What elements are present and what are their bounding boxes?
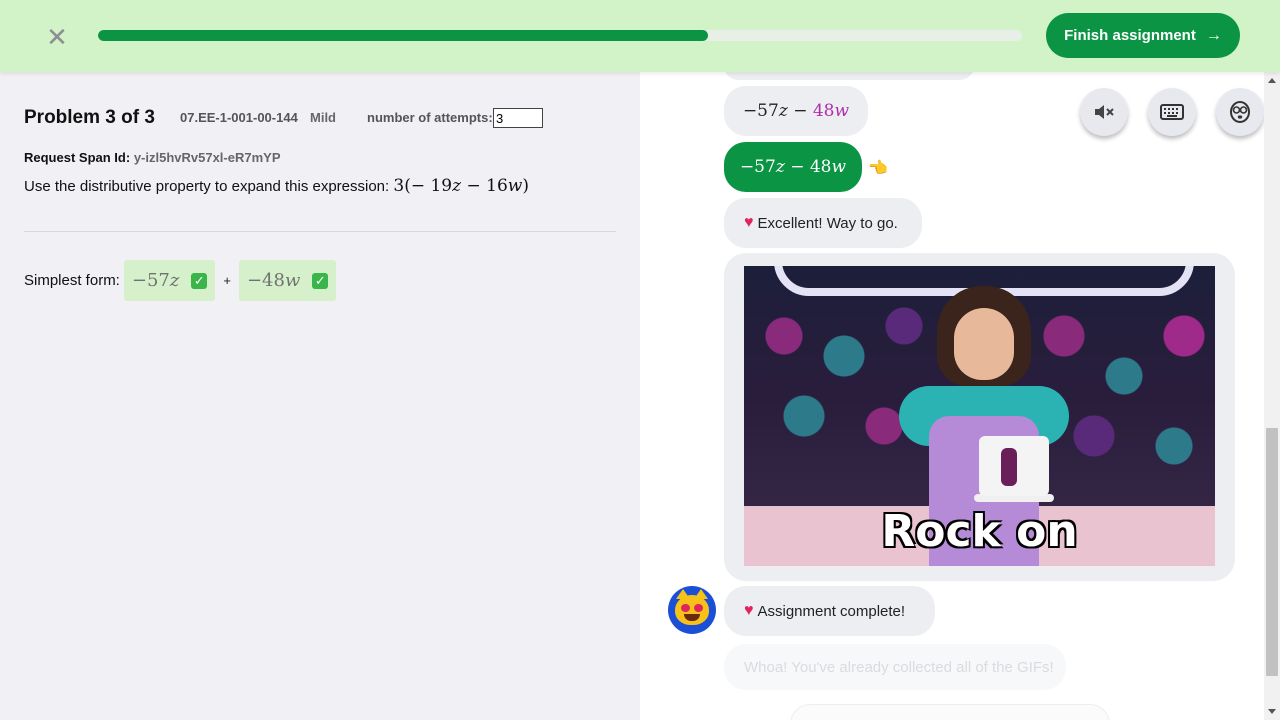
plus-sign: + (223, 273, 231, 288)
assignment-complete-bubble: ♥ Assignment complete! (724, 586, 935, 636)
answer-2: −48w (247, 270, 300, 291)
answer-option-1[interactable]: −57z − 48w (724, 86, 868, 136)
scroll-down-icon[interactable] (1268, 709, 1276, 714)
chat-panel: −57z − 48w −57z − 48w 👈 ♥ Excellent! Way… (640, 72, 1264, 720)
keyboard-icon (1160, 104, 1184, 120)
chat-bubble-fading (790, 704, 1110, 720)
finish-assignment-label: Finish assignment (1064, 27, 1196, 44)
option-1-var2: w (834, 101, 850, 121)
feedback-text: Excellent! Way to go. (757, 214, 898, 232)
pointing-hand-icon: 👈 (868, 160, 888, 177)
heart-eyes-icon: ♥ (744, 602, 754, 619)
expr-coef: 3 (393, 176, 405, 196)
top-bar: ✕ Finish assignment → (0, 0, 1280, 72)
gif-card: Rock on (724, 253, 1235, 581)
expr-term1: − 19 (410, 176, 453, 196)
close-icon[interactable]: ✕ (44, 24, 70, 50)
option-2-num: −57 (739, 157, 776, 177)
option-1-num2: 48 (812, 101, 835, 121)
cat-eye-right (694, 604, 703, 612)
expression: 3(− 19z − 16w) (393, 176, 529, 196)
option-1-op: − (787, 101, 813, 121)
gif-caption: Rock on (881, 506, 1078, 557)
mascot-button[interactable] (1216, 88, 1264, 136)
span-id-label: Request Span Id: (24, 150, 131, 165)
chat-scrollbar[interactable] (1264, 72, 1280, 720)
option-2-num2: 48 (809, 157, 832, 177)
gif-collection-message: Whoa! You've already collected all of th… (724, 644, 1066, 690)
simplest-form-label: Simplest form: (24, 272, 120, 289)
answer-2-var: w (284, 270, 301, 291)
gif-collection-text: Whoa! You've already collected all of th… (744, 658, 1054, 676)
assignment-complete-text: Assignment complete! (757, 602, 906, 620)
cat-eye-left (681, 604, 690, 612)
heart-eyes-icon: ♥ (744, 214, 754, 231)
progress-fill (98, 30, 708, 41)
chat-bubble-partial (724, 72, 974, 80)
check-icon: ✓ (191, 272, 208, 289)
answer-option-2-selected[interactable]: −57z − 48w (724, 142, 862, 192)
problem-instructions: Use the distributive property to expand … (24, 176, 529, 196)
expr-close: ) (522, 176, 529, 196)
expr-var1: z (452, 176, 462, 196)
expr-var2: w (507, 176, 523, 196)
answer-row: Simplest form: −57z ✓ + −48w ✓ (24, 260, 337, 301)
answer-box-1[interactable]: −57z ✓ (123, 260, 216, 301)
progress-bar (98, 30, 1022, 41)
span-id-value: y-izl5hvRv57xl-eR7mYP (133, 150, 281, 165)
expr-open: ( (404, 176, 411, 196)
gif-face (954, 308, 1014, 380)
answer-1: −57z (132, 270, 179, 291)
cat-mouth (684, 614, 700, 621)
divider (24, 231, 616, 232)
request-span-id: Request Span Id: y-izl5hvRv57xl-eR7mYP (24, 150, 281, 165)
answer-1-var: z (169, 270, 180, 291)
mute-button[interactable] (1080, 88, 1128, 136)
difficulty-level: Mild (310, 110, 336, 125)
finish-assignment-button[interactable]: Finish assignment → (1046, 13, 1240, 58)
option-2-var: z (775, 157, 785, 177)
gif-cake (979, 436, 1049, 496)
problem-panel: Problem 3 of 3 07.EE-1-001-00-144 Mild n… (0, 72, 640, 720)
cat-face (675, 589, 709, 625)
answer-box-2[interactable]: −48w ✓ (238, 260, 337, 301)
option-2-var2: w (831, 157, 847, 177)
reward-gif[interactable]: Rock on (744, 266, 1215, 566)
check-icon: ✓ (312, 272, 329, 289)
option-2-op: − (784, 157, 810, 177)
problem-code: 07.EE-1-001-00-144 (180, 110, 298, 125)
feedback-bubble: ♥ Excellent! Way to go. (724, 198, 922, 248)
option-2-expression: −57z − 48w (740, 157, 846, 177)
answer-1-num: −57 (131, 270, 170, 291)
option-1-num: −57 (742, 101, 779, 121)
keyboard-button[interactable] (1148, 88, 1196, 136)
mascot-icon (1230, 101, 1250, 123)
option-1-var: z (778, 101, 788, 121)
mute-icon (1095, 105, 1114, 119)
scroll-up-icon[interactable] (1268, 78, 1276, 83)
cat-avatar-icon (668, 586, 716, 634)
scroll-thumb[interactable] (1266, 428, 1278, 676)
instructions-text: Use the distributive property to expand … (24, 178, 390, 195)
problem-title: Problem 3 of 3 (24, 107, 155, 128)
answer-2-num: −48 (246, 270, 285, 291)
attempts-label: number of attempts: (367, 110, 493, 125)
expr-term2: − 16 (461, 176, 508, 196)
arrow-right-icon: → (1205, 26, 1222, 44)
option-1-expression: −57z − 48w (743, 101, 849, 121)
attempts-input[interactable] (493, 108, 543, 128)
